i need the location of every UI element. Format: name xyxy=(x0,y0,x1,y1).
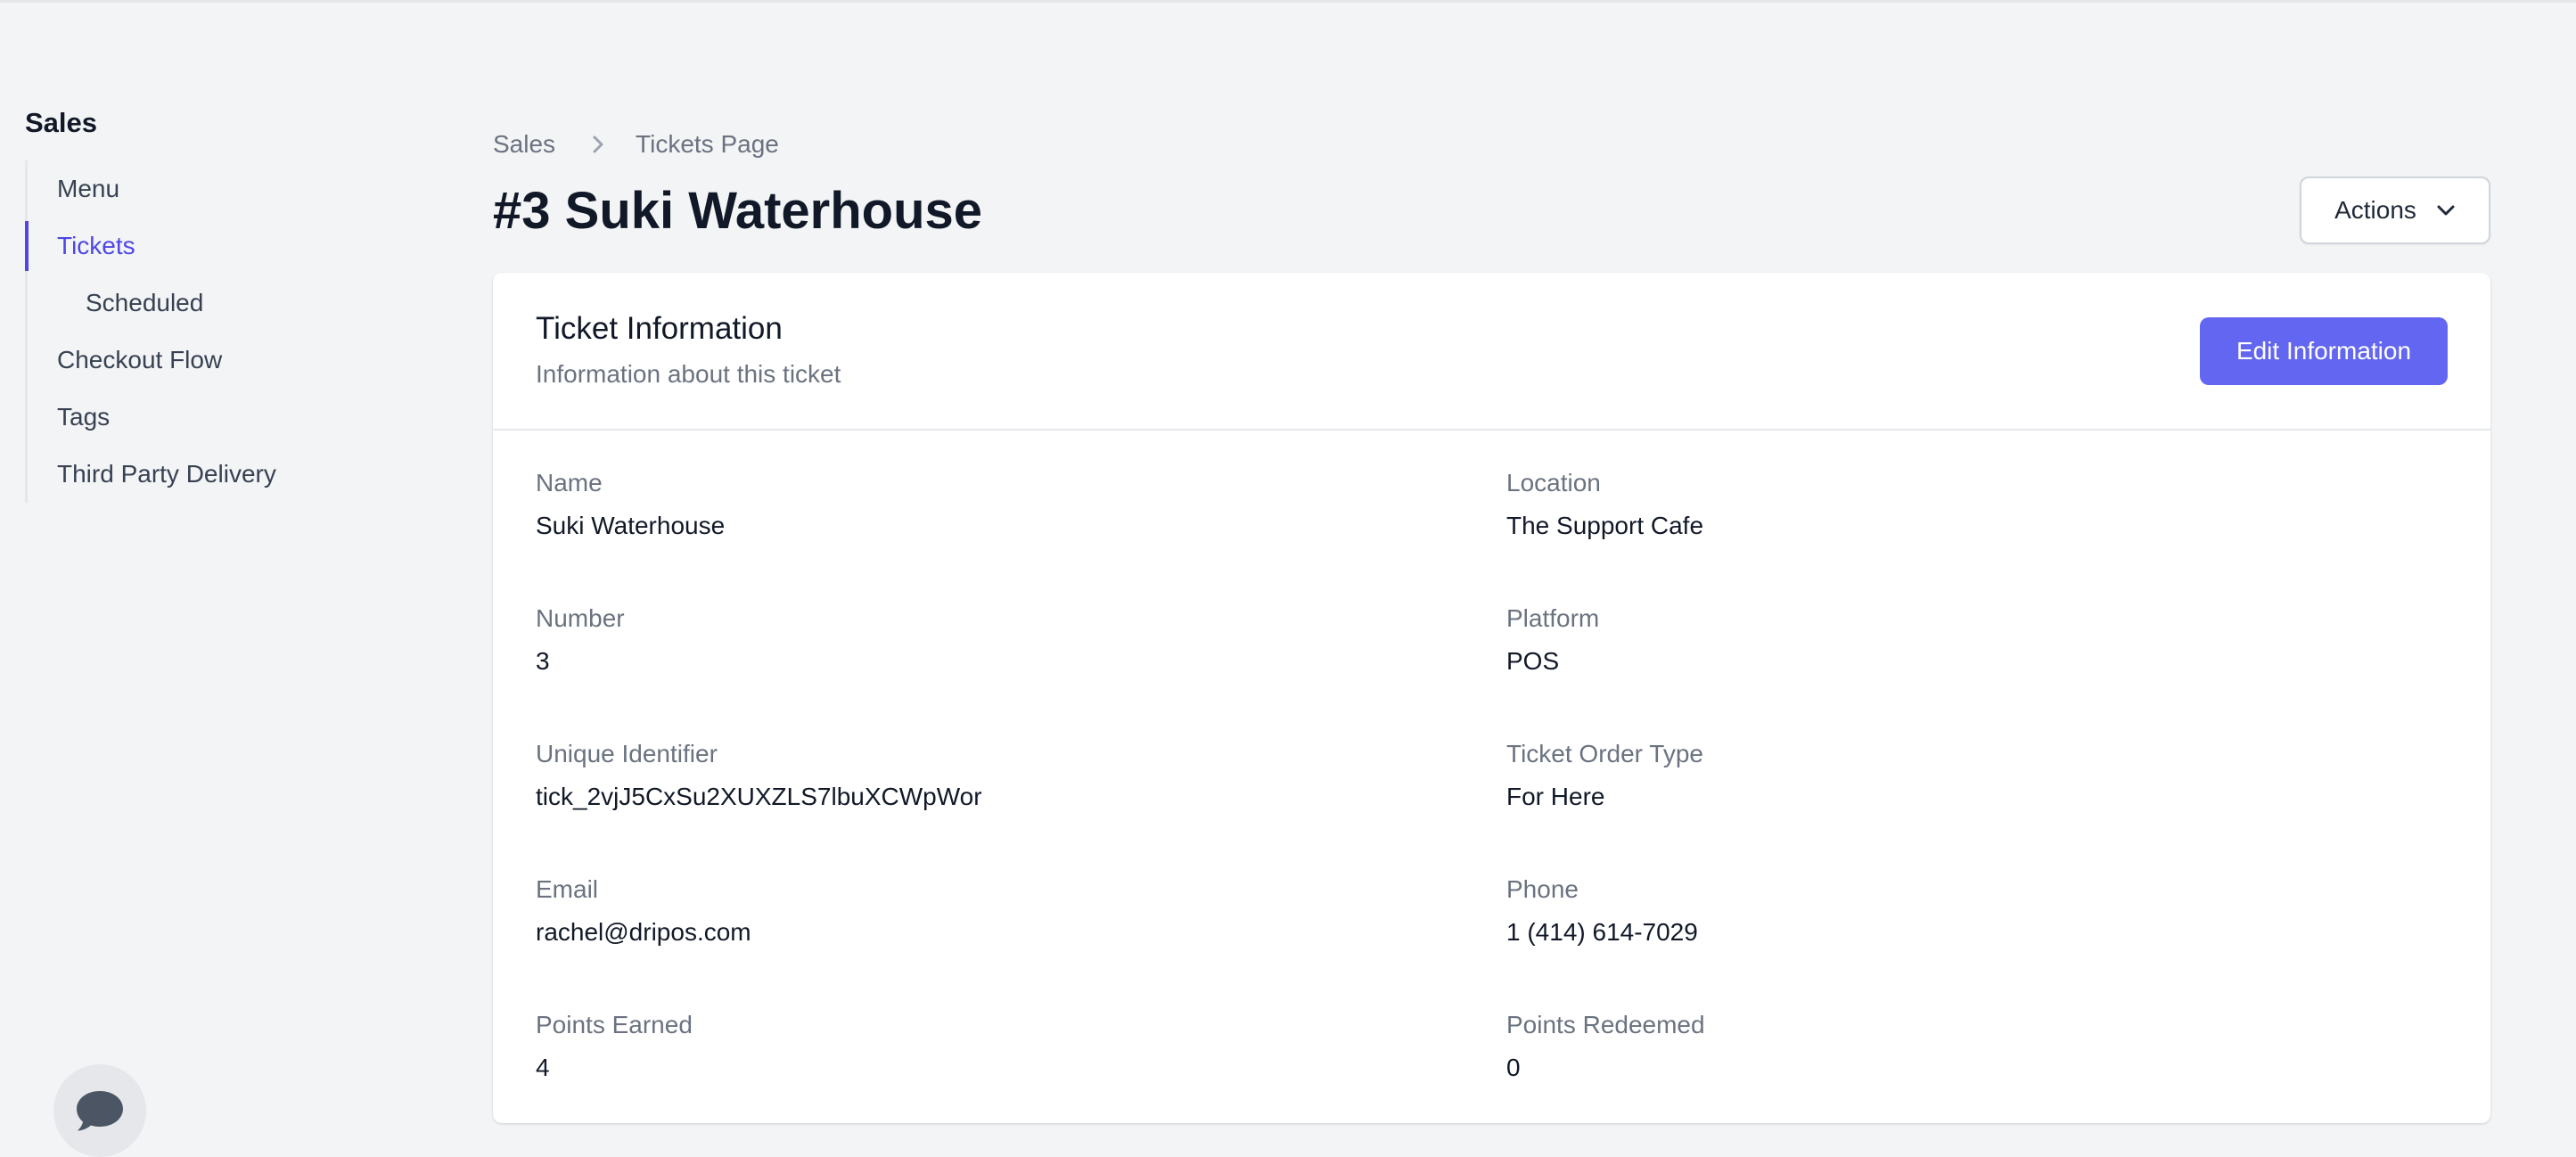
field-label: Ticket Order Type xyxy=(1506,740,1703,767)
sidebar-list: Menu Tickets Scheduled Checkout Flow Tag… xyxy=(25,160,399,503)
field-label: Name xyxy=(536,469,603,496)
sidebar-item-scheduled[interactable]: Scheduled xyxy=(28,275,399,332)
field-value: Suki Waterhouse xyxy=(536,512,726,539)
field-value: The Support Cafe xyxy=(1506,512,1704,539)
ticket-information-card: Ticket Information Information about thi… xyxy=(493,273,2490,1123)
field-label: Phone xyxy=(1506,875,1579,903)
field-unique-identifier: Unique Identifier tick_2vjJ5CxSu2XUXZLS7… xyxy=(536,738,1506,874)
sidebar-item-tags[interactable]: Tags xyxy=(28,389,399,446)
field-value: 0 xyxy=(1506,1054,1521,1081)
card-subtitle: Information about this ticket xyxy=(536,360,841,388)
chevron-right-icon xyxy=(591,134,605,155)
field-label: Location xyxy=(1506,469,1601,496)
field-location: Location The Support Cafe xyxy=(1506,467,2448,603)
field-value: tick_2vjJ5CxSu2XUXZLS7lbuXCWpWor xyxy=(536,783,982,810)
field-phone: Phone 1 (414) 614-7029 xyxy=(1506,874,2448,1009)
field-value: rachel@dripos.com xyxy=(536,918,751,946)
sidebar-item-third-party-delivery[interactable]: Third Party Delivery xyxy=(28,446,399,503)
card-title: Ticket Information xyxy=(536,311,783,346)
field-label: Unique Identifier xyxy=(536,740,718,767)
field-label: Number xyxy=(536,604,625,632)
sidebar-item-checkout-flow[interactable]: Checkout Flow xyxy=(28,332,399,389)
field-number: Number 3 xyxy=(536,603,1506,738)
chat-bubble-icon xyxy=(74,1087,126,1134)
breadcrumb-item-tickets-page[interactable]: Tickets Page xyxy=(636,130,779,159)
chat-launcher-button[interactable] xyxy=(53,1064,146,1157)
actions-button[interactable]: Actions xyxy=(2300,176,2490,244)
field-value: 1 (414) 614-7029 xyxy=(1506,918,1698,946)
sidebar-item-tickets[interactable]: Tickets xyxy=(25,217,399,275)
field-ticket-order-type: Ticket Order Type For Here xyxy=(1506,738,2448,874)
field-value: 4 xyxy=(536,1054,550,1081)
chevron-down-icon xyxy=(2436,204,2456,217)
field-label: Email xyxy=(536,875,599,903)
field-platform: Platform POS xyxy=(1506,603,2448,738)
sidebar-item-menu[interactable]: Menu xyxy=(28,160,399,217)
field-value: 3 xyxy=(536,647,550,675)
breadcrumb: Sales Tickets Page xyxy=(493,125,779,164)
ticket-fields: Name Suki Waterhouse Location The Suppor… xyxy=(536,467,2448,1145)
field-email: Email rachel@dripos.com xyxy=(536,874,1506,1009)
sidebar: Sales Menu Tickets Scheduled Checkout Fl… xyxy=(25,105,399,503)
breadcrumb-item-sales[interactable]: Sales xyxy=(493,130,555,159)
page-title: #3 Suki Waterhouse xyxy=(493,182,983,240)
field-value: POS xyxy=(1506,647,1560,675)
field-label: Points Redeemed xyxy=(1506,1011,1705,1038)
top-border xyxy=(0,0,2576,3)
card-header: Ticket Information Information about thi… xyxy=(493,273,2490,431)
field-points-earned: Points Earned 4 xyxy=(536,1009,1506,1145)
field-label: Platform xyxy=(1506,604,1600,632)
field-label: Points Earned xyxy=(536,1011,693,1038)
field-points-redeemed: Points Redeemed 0 xyxy=(1506,1009,2448,1145)
actions-button-label: Actions xyxy=(2334,196,2416,224)
field-name: Name Suki Waterhouse xyxy=(536,467,1506,603)
sidebar-title: Sales xyxy=(25,107,98,138)
field-value: For Here xyxy=(1506,783,1605,810)
edit-information-button[interactable]: Edit Information xyxy=(2200,317,2448,385)
